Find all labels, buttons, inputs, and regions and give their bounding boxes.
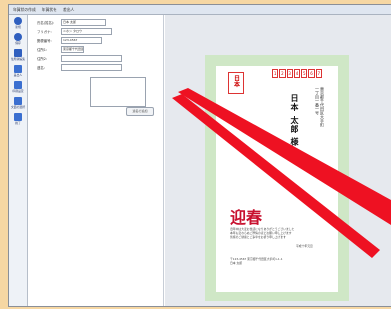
field-zip-row: 郵便番号: 123-4567 [37,37,102,44]
recipient-name: 日本 太郎 様 [290,94,299,147]
app-window: 年賀状の作成 年賀状を 差出人 新規 保存 住所録編集 差出人 印刷設定 文面の… [8,4,391,307]
furigana-field[interactable]: ニホン タロウ [61,28,112,35]
new-button[interactable]: 新規 [11,17,25,31]
zip-digit: 6 [308,69,315,78]
field-furigana-row: フリガナ: ニホン タロウ [37,28,112,35]
exit-icon [14,113,22,121]
zip-digit: 7 [315,69,322,78]
stamp: 日本 [228,72,244,94]
zip-digit: 4 [293,69,301,78]
sender-icon [14,65,22,73]
field-joint-row: 連名: [37,64,122,71]
design-icon [14,97,22,105]
greeting-side: 迎春 旧年中は大変お世話になりありがとうございました 本年も変わらぬご厚情のほど… [216,194,338,292]
menu-item-card[interactable]: 年賀状を [42,7,57,13]
print-settings-button[interactable]: 印刷設定 [11,81,25,95]
side-toolbar: 新規 保存 住所録編集 差出人 印刷設定 文面の選択 終了 [9,15,28,306]
sender-info: 〒123-4567 東京都千代田区大手町1-1-1 日本 太郎 [230,257,283,265]
zip-code-boxes: 1 2 3 4 5 6 7 [272,69,322,78]
save-icon [14,33,22,41]
address1-field[interactable]: 東京都千代田区 [61,46,84,53]
zip-digit: 5 [301,69,308,78]
add-joint-name-button[interactable]: 連名の追加 [126,107,154,116]
zip-digit: 3 [286,69,293,78]
greeting-message: 旧年中は大変お世話になりありがとうございました 本年も変わらぬご厚情のほどお願い… [230,227,295,239]
new-icon [14,17,22,25]
exit-button[interactable]: 終了 [11,113,25,127]
menubar: 年賀状の作成 年賀状を 差出人 [9,5,391,15]
zip-digit: 1 [272,69,279,78]
save-button[interactable]: 保存 [11,33,25,47]
field-name-row: 氏名(姓名): 日本 太郎 [37,19,106,26]
address-side: 日本 1 2 3 4 5 6 7 東京都千代田区大手町 一丁目一番一号 日本 太… [216,66,338,194]
sender-button[interactable]: 差出人 [11,65,25,79]
address-form: 氏名(姓名): 日本 太郎 フリガナ: ニホン タロウ 郵便番号: 123-45… [28,15,159,306]
zip-digit: 2 [279,69,286,78]
print-settings-icon [14,81,22,89]
panel-divider[interactable] [163,15,164,306]
field-address2-row: 住所2: [37,55,122,62]
menu-item-sender[interactable]: 差出人 [63,7,74,13]
greeting-date: 平成十年元旦 [296,244,313,248]
joint-name-field[interactable] [61,64,122,71]
menu-item-create[interactable]: 年賀状の作成 [13,7,36,13]
postcard-preview-pane: 日本 1 2 3 4 5 6 7 東京都千代田区大手町 一丁目一番一号 日本 太… [165,15,391,306]
notes-textarea[interactable] [90,77,146,107]
address2-field[interactable] [61,55,122,62]
postcard: 日本 1 2 3 4 5 6 7 東京都千代田区大手町 一丁目一番一号 日本 太… [205,55,349,301]
greeting-title: 迎春 [230,208,263,227]
design-button[interactable]: 文面の選択 [11,97,25,111]
name-field[interactable]: 日本 太郎 [61,19,106,26]
address-book-button[interactable]: 住所録編集 [11,49,25,63]
address-book-icon [14,49,22,57]
zip-field[interactable]: 123-4567 [61,37,102,44]
field-address1-row: 住所1: 東京都千代田区 [37,46,84,53]
recipient-address: 東京都千代田区大手町 一丁目一番一号 [315,87,325,127]
